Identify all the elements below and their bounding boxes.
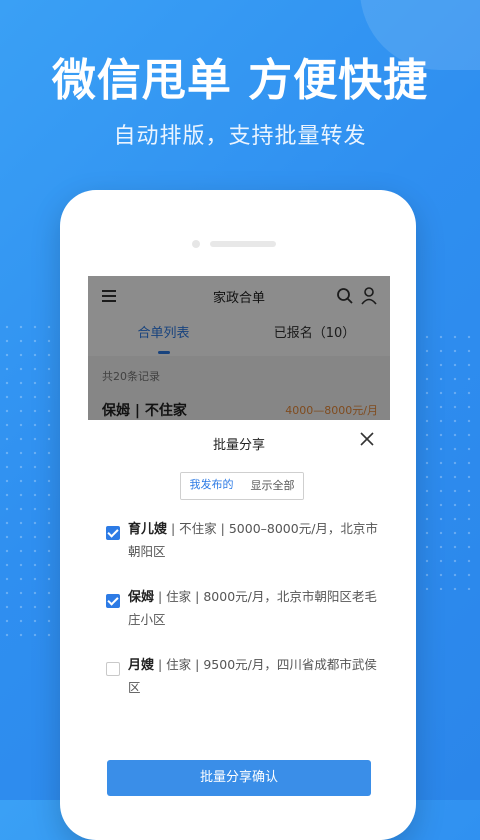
check-icon[interactable] (106, 526, 120, 540)
filter-segment: 我发布的 显示全部 (180, 472, 304, 500)
dot-pattern-right (420, 330, 480, 590)
checkbox-empty[interactable] (106, 662, 120, 676)
promo-headline: 微信甩单 方便快捷 (51, 55, 429, 106)
phone-frame: 家政合单 合单列表 已报名（10） 共20条记录 保姆 | 不住家 4000—8… (60, 190, 416, 840)
promo-subline: 自动排版，支持批量转发 (113, 124, 367, 149)
share-item-detail: | 住家 | 8000元/月，北京市朝阳区老毛庄小区 (128, 589, 377, 627)
share-item-name: 育儿嫂 (128, 522, 168, 537)
check-icon[interactable] (106, 594, 120, 608)
close-icon[interactable] (358, 430, 376, 448)
confirm-share-button[interactable]: 批量分享确认 (107, 760, 371, 796)
share-item-text: 育儿嫂 | 不住家 | 5000–8000元/月，北京市朝阳区 (128, 518, 378, 563)
sheet-title: 批量分享 (212, 438, 265, 453)
share-item-text: 月嫂 | 住家 | 9500元/月，四川省成都市武侯区 (128, 654, 378, 699)
segment-all[interactable]: 显示全部 (242, 473, 303, 499)
share-item-name: 保姆 (128, 590, 155, 605)
share-sheet: 批量分享 我发布的 显示全部 育儿嫂 | 不住家 | 5000–8000元/月，… (88, 420, 390, 836)
phone-screen: 家政合单 合单列表 已报名（10） 共20条记录 保姆 | 不住家 4000—8… (88, 276, 390, 836)
share-item-text: 保姆 | 住家 | 8000元/月，北京市朝阳区老毛庄小区 (128, 586, 378, 631)
share-item-name: 月嫂 (128, 658, 155, 673)
camera-dot (192, 240, 200, 248)
phone-speaker (210, 241, 276, 247)
segment-mine[interactable]: 我发布的 (181, 473, 243, 499)
share-item-detail: | 住家 | 9500元/月，四川省成都市武侯区 (128, 657, 377, 695)
